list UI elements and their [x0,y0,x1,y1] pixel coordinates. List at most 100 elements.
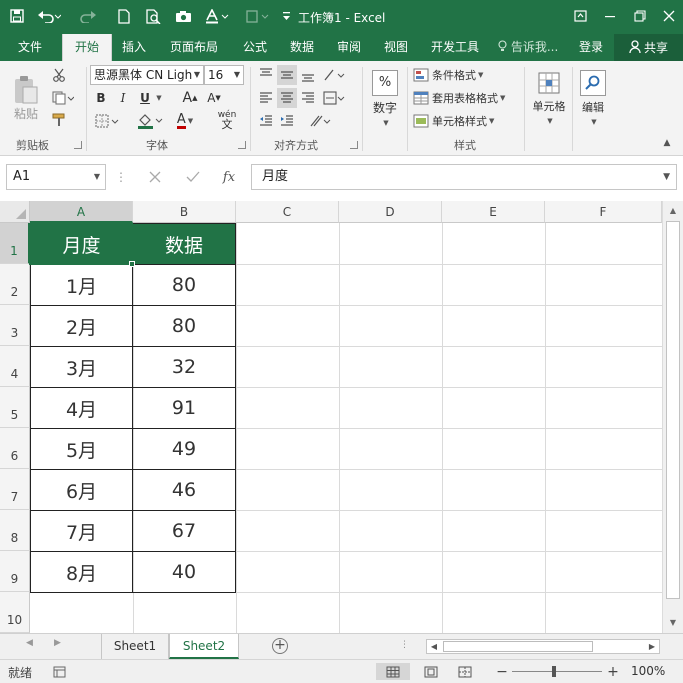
scroll-down-icon[interactable]: ▼ [663,615,683,631]
align-left-icon[interactable] [256,88,276,108]
signin-link[interactable]: 登录 [579,34,603,61]
align-right-icon[interactable] [298,88,318,108]
scroll-up-icon[interactable]: ▲ [663,203,683,219]
cell-a8[interactable]: 7月 [30,511,133,552]
decrease-indent-icon[interactable] [256,111,276,131]
confirm-entry-icon[interactable] [182,164,204,190]
cell-b2[interactable]: 80 [133,265,236,306]
horizontal-scroll-thumb[interactable] [443,641,593,652]
increase-indent-icon[interactable] [277,111,297,131]
macro-record-icon[interactable] [50,663,68,680]
vertical-scroll-thumb[interactable] [666,221,680,599]
orientation-icon[interactable] [320,65,348,85]
zoom-slider-knob[interactable] [552,666,556,677]
cell-b3[interactable]: 80 [133,306,236,347]
tab-page-layout[interactable]: 页面布局 [170,34,218,61]
cell-b9[interactable]: 40 [133,552,236,593]
cell-b8[interactable]: 67 [133,511,236,552]
alignment-launcher-icon[interactable] [350,141,358,149]
cell-b1-header[interactable]: 数据 [133,223,236,265]
new-file-icon[interactable] [114,4,134,28]
tab-data[interactable]: 数据 [290,34,314,61]
cell-a1-header[interactable]: 月度 [30,223,133,265]
restore-icon[interactable] [626,4,654,28]
cell-b6[interactable]: 49 [133,429,236,470]
cell-a5[interactable]: 4月 [30,388,133,429]
align-center-icon[interactable] [277,88,297,108]
font-size-combo[interactable]: 16 ▼ [204,65,244,85]
zoom-out-icon[interactable]: − [496,663,508,680]
redo-icon[interactable] [74,4,104,28]
align-top-icon[interactable] [256,65,276,85]
column-header-e[interactable]: E [442,201,545,223]
tab-developer[interactable]: 开发工具 [431,34,479,61]
clipboard-launcher-icon[interactable] [74,141,82,149]
align-bottom-icon[interactable] [298,65,318,85]
row-header-4[interactable]: 4 [0,346,30,387]
font-color-button[interactable]: A ▼ [170,111,200,131]
save-icon[interactable] [6,4,28,28]
shrink-font-button[interactable]: A ▼ [204,88,224,108]
cells-button[interactable]: 单元格 ▼ [528,65,570,131]
close-icon[interactable] [655,4,683,28]
column-header-f[interactable]: F [545,201,662,223]
editing-button[interactable]: 编辑 ▼ [576,65,610,131]
cell-b5[interactable]: 91 [133,388,236,429]
row-header-1[interactable]: 1 [0,223,30,264]
row-header-3[interactable]: 3 [0,305,30,346]
cut-icon[interactable] [48,65,70,85]
formula-input[interactable]: 月度 ▼ [251,164,677,190]
fill-color-button[interactable] [134,111,166,131]
vertical-scrollbar[interactable]: ▲ ▼ [662,201,683,633]
column-header-d[interactable]: D [339,201,442,223]
conditional-format-button[interactable]: 条件格式 ▼ [413,65,483,85]
sheet-next-icon[interactable]: ▶ [54,638,61,648]
ribbon-display-options-icon[interactable] [566,4,594,28]
row-header-8[interactable]: 8 [0,510,30,551]
font-name-combo[interactable]: 思源黑体 CN Ligh ▼ [90,65,204,85]
sheet-tab-sheet2[interactable]: Sheet2 [169,634,239,659]
phonetic-guide-button[interactable]: wén 文 [210,109,244,131]
page-layout-view-icon[interactable] [418,663,444,680]
cancel-entry-icon[interactable] [144,164,166,190]
row-header-7[interactable]: 7 [0,469,30,510]
column-header-b[interactable]: B [133,201,236,223]
cell-a4[interactable]: 3月 [30,347,133,388]
tab-insert[interactable]: 插入 [122,34,146,61]
add-sheet-icon[interactable]: + [272,638,288,654]
cell-a7[interactable]: 6月 [30,470,133,511]
row-header-5[interactable]: 5 [0,387,30,428]
format-as-table-button[interactable]: 套用表格格式 ▼ [413,88,505,108]
format-painter-icon[interactable] [48,110,70,130]
font-color-qat-icon[interactable] [202,4,232,28]
zoom-slider[interactable] [512,666,602,677]
tab-split-handle-icon[interactable]: ⋮ [400,640,409,650]
page-break-view-icon[interactable] [452,663,478,680]
paste-button[interactable]: 粘贴 [8,67,44,129]
cell-styles-button[interactable]: 单元格样式 ▼ [413,111,494,131]
row-header-2[interactable]: 2 [0,264,30,305]
undo-icon[interactable] [34,4,64,28]
grow-font-button[interactable]: A ▲ [180,88,200,108]
scroll-left-icon[interactable]: ◀ [427,640,441,653]
normal-view-icon[interactable] [376,663,410,680]
row-header-6[interactable]: 6 [0,428,30,469]
select-all-button[interactable] [0,201,30,223]
merge-center-icon[interactable] [320,88,348,108]
tab-home[interactable]: 开始 [62,34,112,61]
insert-function-icon[interactable]: fx [218,164,240,190]
cell-b4[interactable]: 32 [133,347,236,388]
name-box[interactable]: A1 ▼ [6,164,106,190]
tell-me-search[interactable]: 告诉我... [498,34,558,61]
cell-a9[interactable]: 8月 [30,552,133,593]
drag-handle-icon[interactable]: ⋮ [114,164,128,190]
cell-a3[interactable]: 2月 [30,306,133,347]
cell-b7[interactable]: 46 [133,470,236,511]
share-button[interactable]: 共享 [614,34,683,61]
customize-qat-icon[interactable] [280,4,292,28]
sheet-prev-icon[interactable]: ◀ [26,638,33,648]
cell-a2[interactable]: 1月 [30,265,133,306]
tab-review[interactable]: 审阅 [337,34,361,61]
number-format-button[interactable]: % 数字 ▼ [368,65,402,131]
format-qat-icon[interactable] [242,4,272,28]
